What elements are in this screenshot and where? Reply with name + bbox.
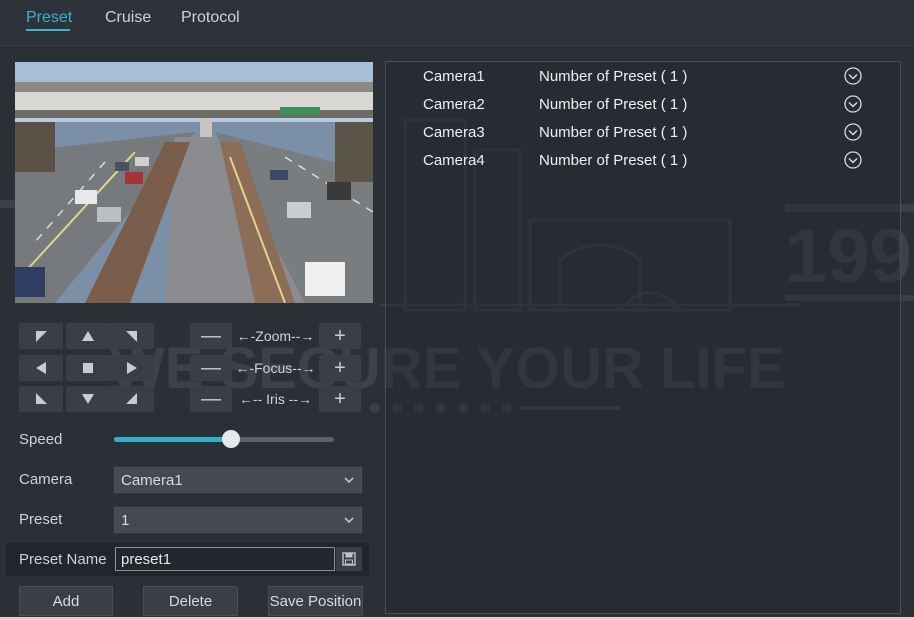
speed-slider-thumb[interactable] [222, 430, 240, 448]
plus-icon: + [334, 356, 346, 379]
tilt-down-button[interactable] [66, 386, 110, 412]
iris-close-button[interactable]: — [190, 386, 232, 412]
iris-open-button[interactable]: + [319, 386, 361, 412]
arrow-up-right-icon [126, 331, 137, 342]
camera-name: Camera1 [423, 68, 485, 85]
tab-preset[interactable]: Preset [26, 9, 72, 27]
arrow-down-icon [82, 394, 94, 404]
pan-up-right-button[interactable] [110, 323, 154, 349]
preset-name-input[interactable] [115, 547, 335, 571]
preset-label: Preset [19, 511, 63, 528]
pan-right-button[interactable] [110, 355, 154, 381]
ptz-stop-button[interactable] [66, 355, 110, 381]
minus-icon: — [201, 387, 221, 410]
list-item[interactable]: Camera4 Number of Preset ( 1 ) [386, 148, 900, 174]
expand-chevron-icon[interactable] [844, 67, 862, 85]
preset-count: Number of Preset ( 1 ) [539, 124, 688, 141]
live-video-preview [15, 62, 373, 303]
floppy-disk-icon [342, 552, 356, 566]
arrow-right-icon [127, 362, 137, 374]
minus-icon: — [201, 356, 221, 379]
camera-select[interactable]: Camera1 [114, 467, 362, 493]
zoom-out-button[interactable]: — [190, 323, 232, 349]
zoom-in-button[interactable]: + [319, 323, 361, 349]
list-item[interactable]: Camera3 Number of Preset ( 1 ) [386, 120, 900, 146]
tilt-up-button[interactable] [66, 323, 110, 349]
plus-icon: + [334, 387, 346, 410]
add-button[interactable]: Add [19, 586, 113, 616]
focus-label: ←-Focus--→ [235, 360, 316, 376]
focus-far-button[interactable]: + [319, 355, 361, 381]
pan-down-right-button[interactable] [110, 386, 154, 412]
speed-label: Speed [19, 431, 63, 448]
tab-cruise[interactable]: Cruise [105, 9, 151, 27]
chevron-down-icon [344, 477, 354, 484]
pan-down-left-button[interactable] [19, 386, 63, 412]
tab-bar: Preset Cruise Protocol [0, 0, 914, 46]
preset-count: Number of Preset ( 1 ) [539, 96, 688, 113]
expand-chevron-icon[interactable] [844, 123, 862, 141]
stop-square-icon [83, 363, 93, 373]
preset-count: Number of Preset ( 1 ) [539, 68, 688, 85]
camera-select-value: Camera1 [121, 472, 183, 489]
tab-protocol[interactable]: Protocol [181, 9, 240, 27]
arrow-up-left-icon [36, 331, 47, 342]
save-name-button[interactable] [336, 547, 362, 571]
arrow-up-icon [82, 331, 94, 341]
list-item[interactable]: Camera2 Number of Preset ( 1 ) [386, 92, 900, 118]
chevron-down-icon [344, 517, 354, 524]
minus-icon: — [201, 324, 221, 347]
camera-name: Camera2 [423, 96, 485, 113]
preset-count: Number of Preset ( 1 ) [539, 152, 688, 169]
zoom-label: ←-Zoom--→ [236, 328, 315, 344]
camera-label: Camera [19, 471, 73, 488]
arrow-down-right-icon [126, 393, 137, 404]
speed-slider-fill [114, 437, 231, 442]
focus-near-button[interactable]: — [190, 355, 232, 381]
pan-left-button[interactable] [19, 355, 63, 381]
plus-icon: + [334, 324, 346, 347]
camera-name: Camera3 [423, 124, 485, 141]
iris-label: ←-- Iris --→ [238, 391, 313, 407]
preset-select[interactable]: 1 [114, 507, 362, 533]
arrow-down-left-icon [36, 393, 47, 404]
expand-chevron-icon[interactable] [844, 151, 862, 169]
active-tab-indicator [26, 29, 70, 31]
expand-chevron-icon[interactable] [844, 95, 862, 113]
preset-name-label: Preset Name [19, 551, 107, 568]
save-position-button[interactable]: Save Position [268, 586, 363, 616]
camera-preset-list: Camera1 Number of Preset ( 1 ) Camera2 N… [385, 61, 901, 614]
speed-slider[interactable] [114, 430, 334, 448]
list-item[interactable]: Camera1 Number of Preset ( 1 ) [386, 64, 900, 90]
preset-select-value: 1 [121, 512, 130, 529]
arrow-left-icon [36, 362, 46, 374]
highway-camera-image [15, 62, 373, 303]
delete-button[interactable]: Delete [143, 586, 238, 616]
camera-name: Camera4 [423, 152, 485, 169]
pan-up-left-button[interactable] [19, 323, 63, 349]
